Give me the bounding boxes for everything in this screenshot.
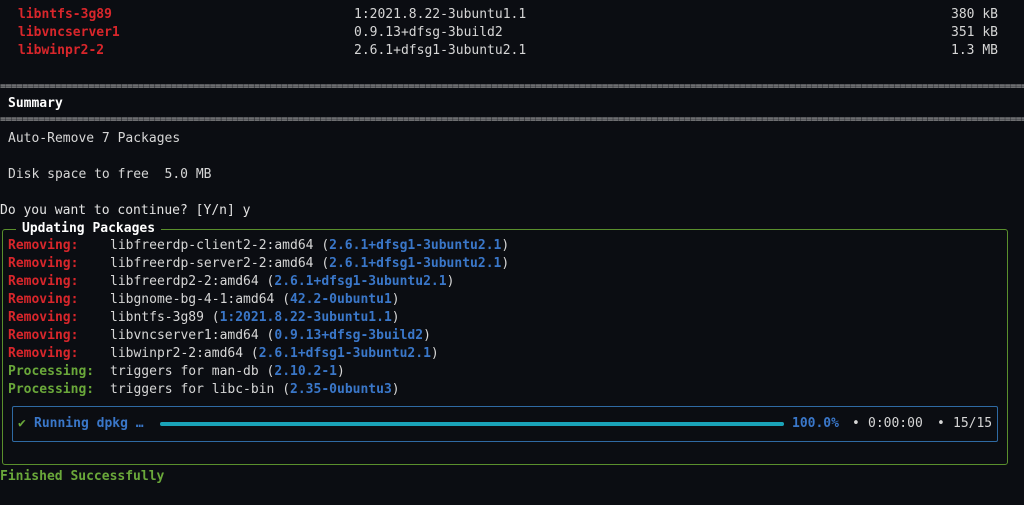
log-package: triggers for man-db [110, 364, 259, 379]
package-size: 380 kB [951, 7, 998, 22]
continue-prompt: Do you want to continue? [Y/n] y [0, 203, 251, 218]
log-version: 2.6.1+dfsg1-3ubuntu2.1 [258, 346, 431, 361]
log-package: libgnome-bg-4-1:amd64 [110, 292, 275, 307]
log-version: 1:2021.8.22-3ubuntu1.1 [219, 310, 392, 325]
log-status-label: Removing: [8, 292, 79, 307]
package-name: libntfs-3g89 [18, 7, 112, 22]
bullet-separator: • [852, 416, 860, 431]
package-row: libvncserver1 0.9.13+dfsg-3build2 351 kB [18, 24, 998, 42]
log-version: 42.2-0ubuntu1 [290, 292, 392, 307]
finished-message: Finished Successfully [0, 469, 165, 484]
separator-rule [0, 83, 1024, 91]
package-version: 0.9.13+dfsg-3build2 [354, 25, 503, 40]
package-row: libwinpr2-2 2.6.1+dfsg1-3ubuntu2.1 1.3 M… [18, 42, 998, 60]
log-package: libfreerdp2-2:amd64 [110, 274, 259, 289]
log-text: libfreerdp-client2-2:amd64 (2.6.1+dfsg1-… [110, 238, 510, 253]
log-package: libfreerdp-client2-2:amd64 [110, 238, 314, 253]
disk-space-summary: Disk space to free 5.0 MB [8, 167, 212, 182]
log-version: 2.35-0ubuntu3 [290, 382, 392, 397]
log-status-label: Processing: [8, 364, 95, 379]
check-icon: ✔ [18, 416, 26, 431]
log-status-label: Removing: [8, 310, 79, 325]
package-name: libvncserver1 [18, 25, 120, 40]
summary-heading: Summary [8, 96, 63, 111]
log-package: libntfs-3g89 [110, 310, 204, 325]
auto-remove-summary: Auto-Remove 7 Packages [8, 131, 181, 146]
log-package: libfreerdp-server2-2:amd64 [110, 256, 314, 271]
package-row: libntfs-3g89 1:2021.8.22-3ubuntu1.1 380 … [18, 6, 998, 24]
package-name: libwinpr2-2 [18, 43, 105, 58]
log-text: libvncserver1:amd64 (0.9.13+dfsg-3build2… [110, 328, 431, 343]
progress-percent: 100.0% [792, 416, 839, 431]
package-version: 1:2021.8.22-3ubuntu1.1 [354, 7, 527, 22]
progress-count: 15/15 [953, 416, 993, 431]
log-version: 2.6.1+dfsg1-3ubuntu2.1 [274, 274, 447, 289]
package-size: 1.3 MB [951, 43, 998, 58]
log-text: triggers for man-db (2.10.2-1) [110, 364, 345, 379]
log-text: libntfs-3g89 (1:2021.8.22-3ubuntu1.1) [110, 310, 400, 325]
log-text: libgnome-bg-4-1:amd64 (42.2-0ubuntu1) [110, 292, 400, 307]
log-text: libfreerdp2-2:amd64 (2.6.1+dfsg1-3ubuntu… [110, 274, 455, 289]
log-status-label: Removing: [8, 346, 79, 361]
log-package: libwinpr2-2:amd64 [110, 346, 244, 361]
terminal-window: libntfs-3g89 1:2021.8.22-3ubuntu1.1 380 … [0, 0, 1024, 505]
progress-bar-fill [160, 422, 784, 426]
log-version: 2.6.1+dfsg1-3ubuntu2.1 [329, 256, 502, 271]
log-status-label: Processing: [8, 382, 95, 397]
log-text: triggers for libc-bin (2.35-0ubuntu3) [110, 382, 400, 397]
progress-label: Running dpkg … [34, 416, 144, 431]
log-status-label: Removing: [8, 238, 79, 253]
bullet-separator: • [937, 416, 945, 431]
log-version: 2.6.1+dfsg1-3ubuntu2.1 [329, 238, 502, 253]
log-status-label: Removing: [8, 274, 79, 289]
log-version: 2.10.2-1 [274, 364, 337, 379]
log-status-label: Removing: [8, 256, 79, 271]
log-text: libwinpr2-2:amd64 (2.6.1+dfsg1-3ubuntu2.… [110, 346, 439, 361]
log-text: libfreerdp-server2-2:amd64 (2.6.1+dfsg1-… [110, 256, 510, 271]
panel-title: Updating Packages [16, 221, 162, 237]
elapsed-time: 0:00:00 [868, 416, 923, 431]
package-size: 351 kB [951, 25, 998, 40]
log-package: triggers for libc-bin [110, 382, 275, 397]
log-package: libvncserver1:amd64 [110, 328, 259, 343]
separator-rule [0, 116, 1024, 124]
progress-bar [160, 422, 784, 426]
log-status-label: Removing: [8, 328, 79, 343]
log-version: 0.9.13+dfsg-3build2 [274, 328, 424, 343]
package-version: 2.6.1+dfsg1-3ubuntu2.1 [354, 43, 527, 58]
